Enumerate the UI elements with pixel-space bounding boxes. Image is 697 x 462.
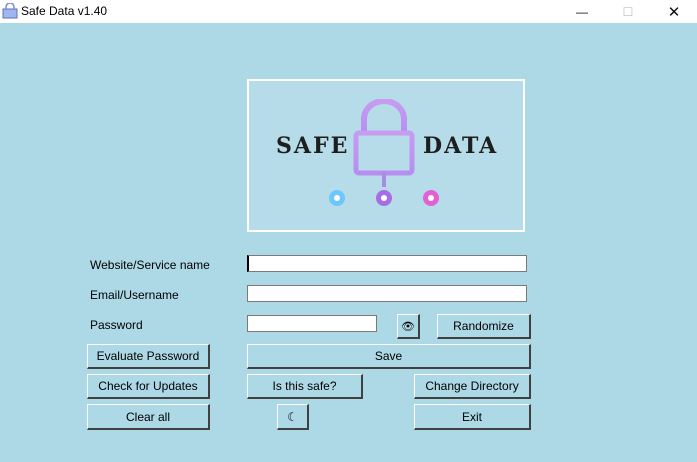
maximize-button[interactable]: ☐ <box>605 0 651 23</box>
moon-icon: ☾ <box>287 409 298 424</box>
eye-icon: 👁 <box>401 320 415 333</box>
save-button[interactable]: Save <box>247 344 531 369</box>
username-input[interactable] <box>247 285 527 302</box>
title-bar: Safe Data v1.40 — ☐ ✕ <box>0 0 697 23</box>
evaluate-password-button[interactable]: Evaluate Password <box>87 344 210 369</box>
show-password-button[interactable]: 👁 <box>397 314 420 339</box>
website-input[interactable] <box>247 255 527 272</box>
check-updates-button[interactable]: Check for Updates <box>87 374 210 399</box>
change-directory-button[interactable]: Change Directory <box>414 374 531 399</box>
is-safe-button[interactable]: Is this safe? <box>247 374 363 399</box>
exit-button[interactable]: Exit <box>414 404 531 430</box>
close-button[interactable]: ✕ <box>651 0 697 23</box>
window-title: Safe Data v1.40 <box>21 4 108 18</box>
password-label: Password <box>90 318 143 332</box>
app-icon <box>2 3 18 19</box>
padlock-network-icon <box>329 99 439 206</box>
website-label: Website/Service name <box>90 258 210 272</box>
logo-panel: SAFE DATA <box>247 79 525 232</box>
theme-toggle-button[interactable]: ☾ <box>277 404 309 430</box>
clear-all-button[interactable]: Clear all <box>87 404 210 430</box>
password-input[interactable] <box>247 315 377 332</box>
randomize-button[interactable]: Randomize <box>437 314 531 339</box>
username-label: Email/Username <box>90 288 179 302</box>
minimize-button[interactable]: — <box>559 0 605 23</box>
